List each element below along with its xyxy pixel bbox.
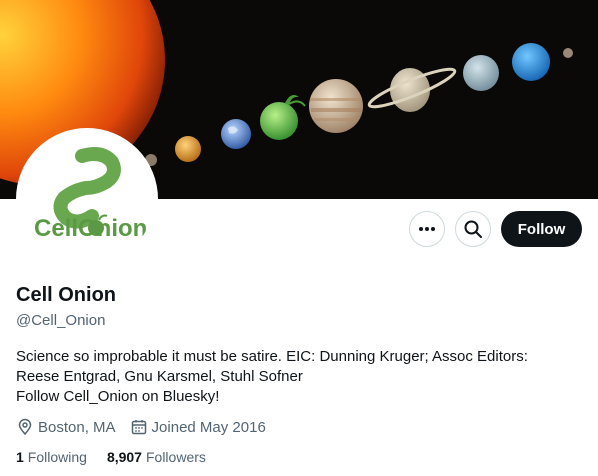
more-options-button[interactable]	[409, 211, 445, 247]
location-pin-icon	[18, 418, 32, 436]
follow-button[interactable]: Follow	[501, 211, 582, 247]
user-handle: @Cell_Onion	[16, 312, 106, 329]
location-item: Boston, MA	[16, 418, 116, 436]
cell-onion-logo: CellOnion	[20, 132, 154, 266]
profile-bio: Science so improbable it must be satire.…	[16, 347, 582, 407]
joined-text: Joined May 2016	[151, 418, 266, 436]
profile-meta: Boston, MA Joined May 2016	[16, 418, 266, 436]
follow-stats: 1 Following 8,907 Followers	[16, 449, 206, 465]
followers-label: Followers	[145, 449, 206, 465]
joined-item: Joined May 2016	[130, 418, 266, 436]
search-profile-button[interactable]	[455, 211, 491, 247]
bio-line: Reese Entgrad, Gnu Karsmel, Stuhl Sofner	[16, 368, 303, 385]
bio-line: Science so improbable it must be satire.…	[16, 348, 528, 365]
following-link[interactable]: 1 Following	[16, 449, 87, 465]
following-label: Following	[27, 449, 87, 465]
following-count: 1	[16, 449, 24, 465]
followers-count: 8,907	[106, 449, 142, 465]
followers-link[interactable]: 8,907 Followers	[107, 449, 206, 465]
display-name: Cell Onion	[16, 284, 116, 306]
bio-line: Follow Cell_Onion on Bluesky!	[16, 388, 220, 405]
profile-avatar[interactable]: CellOnion	[16, 128, 158, 270]
location-text: Boston, MA	[38, 418, 116, 436]
calendar-icon	[131, 420, 146, 435]
search-icon	[464, 220, 482, 238]
profile-actions: Follow	[409, 211, 582, 247]
more-horizontal-icon	[419, 227, 435, 231]
